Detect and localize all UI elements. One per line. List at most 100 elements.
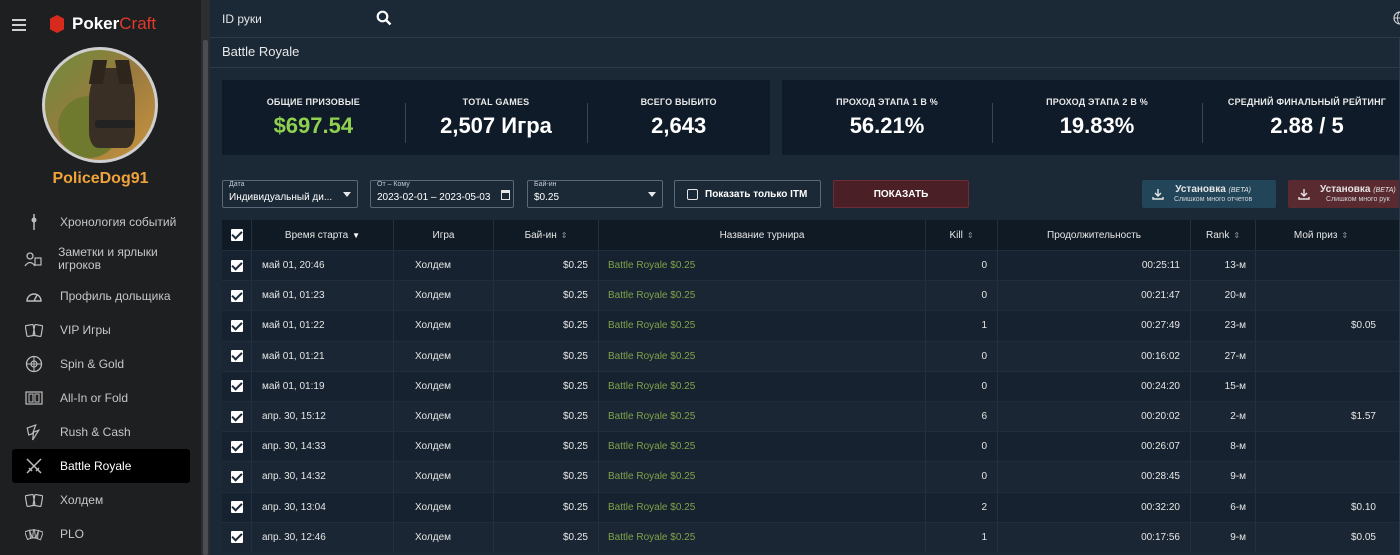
cell-duration: 00:32:20 — [1141, 501, 1180, 513]
table-row[interactable]: май 01, 01:19 Холдем $0.25 Battle Royale $0… — [222, 370, 1400, 401]
cell-kill: 0 — [981, 471, 987, 483]
cell-duration: 00:28:45 — [1141, 471, 1180, 483]
brand-name-part1: Poker — [72, 14, 120, 33]
col-start-time[interactable]: Время старта ▼ — [252, 220, 394, 250]
stat-value: 2,507 Игра — [440, 112, 552, 138]
row-checkbox[interactable] — [230, 350, 243, 363]
stat-stage1-pass: ПРОХОД ЭТАПА 1 В % 56.21% — [782, 97, 992, 139]
sidebar-item-label: Spin & Gold — [60, 356, 125, 371]
sidebar-item-battle-royale[interactable]: Battle Royale — [12, 449, 190, 483]
cell-rank: 8-м — [1230, 441, 1246, 453]
hand-id-search-input[interactable]: ID руки — [222, 12, 262, 26]
col-kill[interactable]: Kill ⇕ — [926, 220, 998, 250]
sidebar-scrollbar-thumb[interactable] — [203, 40, 208, 555]
row-checkbox[interactable] — [230, 259, 243, 272]
cell-duration: 00:26:07 — [1141, 441, 1180, 453]
sidebar-nav: Хронология событий Заметки и ярлыки игро… — [12, 205, 190, 551]
col-game: Игра — [394, 220, 494, 250]
row-checkbox[interactable] — [230, 531, 243, 544]
cell-buyin: $0.25 — [562, 471, 588, 483]
sidebar-item-notes[interactable]: Заметки и ярлыки игроков — [12, 239, 190, 279]
cell-tournament-name[interactable]: Battle Royale $0.25 — [608, 502, 695, 513]
stat-total-knockouts: ВСЕГО ВЫБИТО 2,643 — [587, 97, 770, 143]
date-select-label: Дата — [229, 181, 245, 188]
logo[interactable]: Poker Craft — [50, 14, 156, 34]
stat-value: $697.54 — [273, 112, 354, 138]
cell-rank: 20-м — [1224, 290, 1246, 302]
table-row[interactable]: апр. 30, 13:04 Холдем $0.25 Battle Royale $… — [222, 491, 1400, 522]
sort-icon: ⇕ — [1233, 230, 1241, 240]
select-all-checkbox[interactable] — [230, 229, 243, 241]
date-range-input[interactable]: От – Кому 2023-02-01 – 2023-05-03 — [370, 180, 514, 208]
sidebar-item-staker-profile[interactable]: Профиль дольщика — [12, 279, 190, 313]
cell-game: Холдем — [415, 350, 452, 362]
cell-tournament-name[interactable]: Battle Royale $0.25 — [608, 532, 695, 543]
checkbox-icon — [687, 188, 698, 200]
cell-tournament-name[interactable]: Battle Royale $0.25 — [608, 320, 695, 331]
cell-tournament-name[interactable]: Battle Royale $0.25 — [608, 290, 695, 301]
itm-only-checkbox[interactable]: Показать только ITM — [674, 180, 821, 208]
rush-icon — [24, 422, 44, 442]
cell-duration: 00:20:02 — [1141, 411, 1180, 423]
table-row[interactable]: апр. 30, 15:12 Холдем $0.25 Battle Royale $… — [222, 400, 1400, 432]
holdem-cards-icon — [24, 490, 44, 510]
plo-cards-icon — [24, 524, 44, 544]
stat-label: СРЕДНИЙ ФИНАЛЬНЫЙ РЕЙТИНГ — [1227, 96, 1387, 107]
username[interactable]: PoliceDog91 — [0, 170, 201, 188]
col-rank[interactable]: Rank ⇕ — [1191, 220, 1256, 250]
cell-rank: 2-м — [1230, 411, 1246, 423]
cell-tournament-name[interactable]: Battle Royale $0.25 — [608, 351, 695, 362]
row-checkbox[interactable] — [230, 501, 243, 514]
globe-icon[interactable] — [1393, 11, 1400, 25]
menu-icon[interactable] — [12, 19, 26, 31]
install-hands-button[interactable]: Установка (BETA) Слишком много рук — [1288, 180, 1400, 208]
cell-tournament-name[interactable]: Battle Royale $0.25 — [608, 411, 695, 422]
row-checkbox[interactable] — [230, 470, 243, 483]
sidebar-item-label: PLO — [60, 526, 85, 541]
avatar[interactable] — [42, 47, 158, 163]
table-row[interactable]: май 01, 01:22 Холдем $0.25 Battle Royale $0… — [222, 310, 1400, 341]
cell-kill: 0 — [981, 260, 987, 272]
sidebar-item-label: All-In or Fold — [60, 390, 129, 405]
search-icon[interactable] — [376, 10, 392, 26]
sidebar-item-plo[interactable]: PLO — [12, 517, 190, 551]
cell-game: Холдем — [415, 411, 452, 423]
row-checkbox[interactable] — [230, 410, 243, 423]
cell-tournament-name[interactable]: Battle Royale $0.25 — [608, 441, 695, 452]
buyin-select-value: $0.25 — [534, 192, 560, 203]
cell-kill: 0 — [981, 441, 987, 453]
row-checkbox[interactable] — [230, 289, 243, 302]
sidebar-item-rush-cash[interactable]: Rush & Cash — [12, 415, 190, 449]
col-buyin[interactable]: Бай-ин ⇕ — [494, 220, 599, 250]
buyin-select[interactable]: Бай-ин $0.25 — [527, 180, 663, 208]
cell-kill: 0 — [981, 380, 987, 392]
sidebar-item-label: Заметки и ярлыки игроков — [58, 245, 158, 272]
row-checkbox[interactable] — [230, 440, 243, 453]
col-my-prize[interactable]: Мой приз ⇕ — [1256, 220, 1386, 250]
table-row[interactable]: апр. 30, 14:33 Холдем $0.25 Battle Royale $… — [222, 431, 1400, 462]
row-checkbox[interactable] — [230, 380, 243, 393]
cell-tournament-name[interactable]: Battle Royale $0.25 — [608, 260, 695, 271]
sidebar-item-spin-gold[interactable]: Spin & Gold — [12, 347, 190, 381]
date-range-label: От – Кому — [377, 181, 410, 188]
cell-tournament-name[interactable]: Battle Royale $0.25 — [608, 381, 695, 392]
table-row[interactable]: май 01, 20:46 Холдем $0.25 Battle Royale $0… — [222, 250, 1400, 281]
table-row[interactable]: май 01, 01:21 Холдем $0.25 Battle Royale $0… — [222, 340, 1400, 371]
date-select[interactable]: Дата Индивидуальный ди... — [222, 180, 358, 208]
table-row[interactable]: май 01, 01:23 Холдем $0.25 Battle Royale $0… — [222, 280, 1400, 311]
gauge-icon — [24, 286, 44, 306]
stat-label: ОБЩИЕ ПРИЗОВЫЕ — [266, 96, 360, 107]
sidebar-item-allin-fold[interactable]: All-In or Fold — [12, 381, 190, 415]
show-button[interactable]: ПОКАЗАТЬ — [833, 180, 969, 208]
sidebar-item-vip[interactable]: VIP Игры — [12, 313, 190, 347]
row-checkbox[interactable] — [230, 319, 243, 332]
sidebar-item-holdem[interactable]: Холдем — [12, 483, 190, 517]
sidebar-item-timeline[interactable]: Хронология событий — [12, 205, 190, 239]
install-reports-button[interactable]: Установка (BETA) Слишком много отчетов — [1142, 180, 1276, 208]
cell-start-time: май 01, 01:23 — [262, 290, 325, 302]
cell-rank: 6-м — [1230, 501, 1246, 513]
cell-start-time: май 01, 01:22 — [262, 320, 325, 332]
cell-tournament-name[interactable]: Battle Royale $0.25 — [608, 471, 695, 482]
table-row[interactable]: апр. 30, 14:32 Холдем $0.25 Battle Royale $… — [222, 461, 1400, 492]
table-row[interactable]: апр. 30, 12:46 Холдем $0.25 Battle Royale $… — [222, 521, 1400, 552]
